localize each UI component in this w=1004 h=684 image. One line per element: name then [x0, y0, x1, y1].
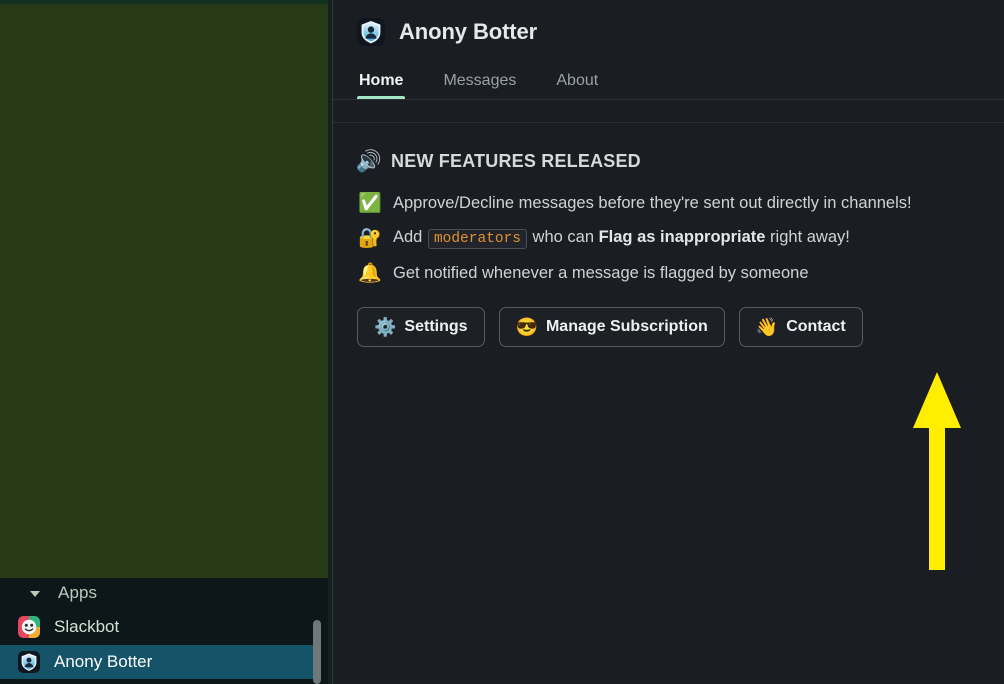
feature-text-part: Get notified whenever a message is flagg…: [393, 263, 809, 282]
page-title: Anony Botter: [399, 19, 538, 44]
feature-text-part: right away!: [765, 228, 850, 247]
sidebar-item-anony-botter[interactable]: Anony Botter: [0, 645, 316, 679]
manage-subscription-button-label: Manage Subscription: [545, 318, 708, 335]
contact-button-label: Contact: [786, 318, 846, 335]
manage-subscription-button[interactable]: 😎 Manage Subscription: [498, 307, 725, 347]
annotation-arrow-up: [911, 370, 963, 572]
feature-text: Add moderators who can Flag as inappropr…: [393, 226, 850, 250]
feature-text: Approve/Decline messages before they're …: [393, 192, 912, 214]
feature-item: 🔔 Get notified whenever a message is fla…: [357, 261, 980, 285]
check-mark-button-icon: ✅: [358, 192, 382, 214]
slackbot-icon: [18, 616, 40, 638]
tab-home[interactable]: Home: [357, 72, 406, 100]
feature-text-emphasis: Flag as inappropriate: [598, 228, 766, 247]
sidebar-item-label: Anony Botter: [54, 652, 153, 671]
chevron-down-icon[interactable]: [28, 586, 42, 600]
app-window: Apps Slackbot Anony Botter Anony Botter …: [0, 0, 1004, 684]
action-button-row: ⚙️ Settings 😎 Manage Subscription 👋 Cont…: [357, 307, 980, 347]
tab-messages[interactable]: Messages: [441, 72, 518, 100]
shield-person-icon: [357, 18, 385, 46]
app-header: Anony Botter: [333, 0, 1004, 46]
locked-with-key-icon: 🔐: [358, 227, 382, 249]
feature-item: 🔐 Add moderators who can Flag as inappro…: [357, 226, 980, 250]
feature-text-part: Approve/Decline messages before they're …: [393, 193, 912, 212]
app-home-panel: Anony Botter Home Messages About 🔊 NEW F…: [332, 0, 1004, 684]
shield-person-icon: [18, 651, 40, 673]
feature-text: Get notified whenever a message is flagg…: [393, 262, 809, 284]
workspace-sidebar: Apps Slackbot Anony Botter: [0, 0, 332, 684]
sidebar-scrollbar-thumb[interactable]: [313, 620, 321, 684]
section-heading-label: NEW FEATURES RELEASED: [391, 150, 641, 171]
sidebar-item-slackbot[interactable]: Slackbot: [0, 610, 316, 644]
waving-hand-icon: 👋: [755, 317, 779, 337]
speaker-icon: 🔊: [355, 149, 383, 173]
feature-text-part: who can: [527, 228, 599, 247]
sidebar-item-label: Slackbot: [54, 617, 120, 636]
app-tabbar: Home Messages About: [333, 66, 1004, 100]
home-tab-content: 🔊 NEW FEATURES RELEASED ✅ Approve/Declin…: [333, 123, 1004, 347]
tabbar-divider: [333, 99, 1004, 100]
settings-button-label: Settings: [404, 318, 468, 335]
tab-label: Messages: [443, 72, 517, 89]
sidebar-channel-area: [0, 4, 332, 578]
code-chip-moderators: moderators: [427, 229, 527, 250]
sidebar-section-apps[interactable]: Apps: [0, 580, 332, 606]
sunglasses-face-icon: 😎: [515, 317, 538, 337]
bell-icon: 🔔: [358, 262, 382, 284]
tab-label: Home: [359, 72, 404, 89]
section-heading: 🔊 NEW FEATURES RELEASED: [355, 149, 980, 173]
settings-button[interactable]: ⚙️ Settings: [357, 307, 485, 347]
feature-item: ✅ Approve/Decline messages before they'r…: [357, 191, 980, 215]
tab-label: About: [556, 72, 599, 89]
contact-button[interactable]: 👋 Contact: [738, 307, 863, 347]
gear-icon: ⚙️: [374, 317, 397, 337]
feature-text-part: Add: [393, 228, 427, 247]
tab-about[interactable]: About: [554, 72, 600, 100]
sidebar-section-label: Apps: [58, 583, 98, 602]
